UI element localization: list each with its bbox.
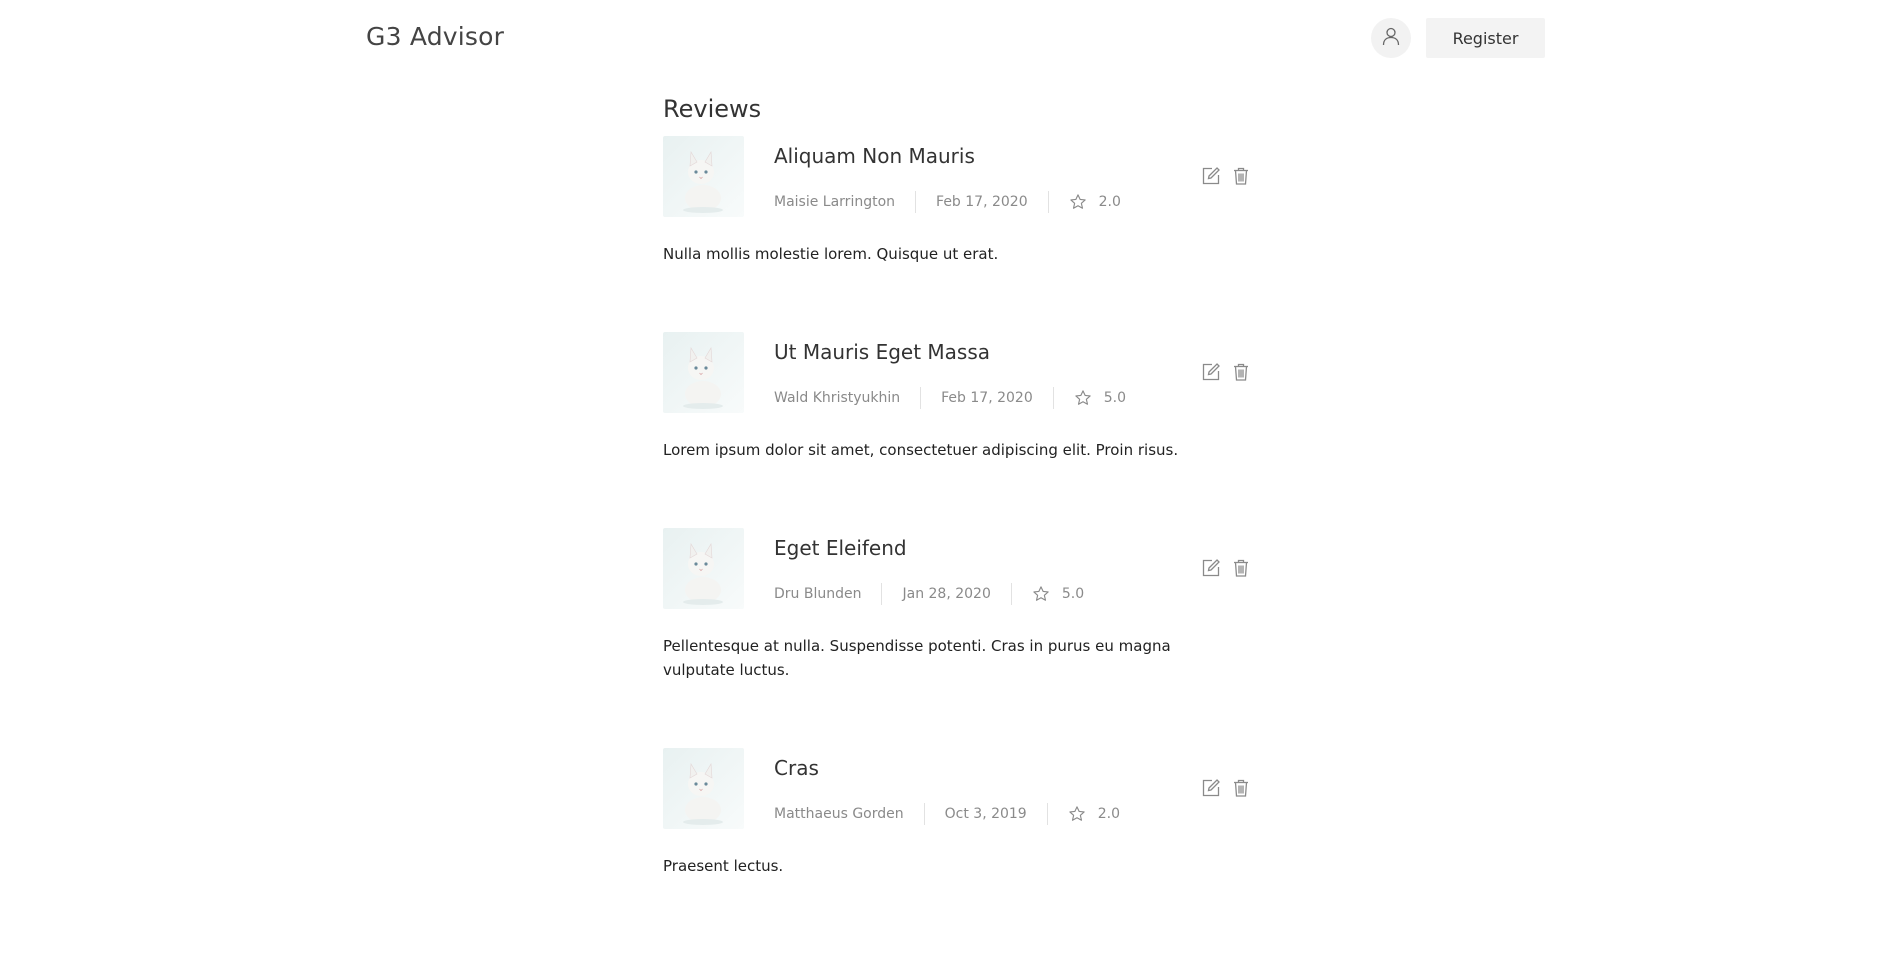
review-author: Wald Khristyukhin — [774, 390, 901, 406]
star-icon — [1074, 389, 1092, 407]
trash-icon[interactable] — [1231, 558, 1251, 578]
meta-divider — [923, 803, 925, 825]
review-item: Eget Eleifend Dru Blunden Jan 28, 2020 5… — [663, 528, 1263, 748]
meta-divider — [915, 191, 917, 213]
star-icon — [1068, 805, 1086, 823]
review-thumbnail — [663, 748, 744, 829]
user-icon — [1381, 26, 1401, 50]
review-body: Nulla mollis molestie lorem. Quisque ut … — [663, 245, 999, 263]
top-header: G3 Advisor Register — [0, 0, 1894, 80]
trash-icon[interactable] — [1231, 362, 1251, 382]
review-rating: 2.0 — [1098, 194, 1121, 210]
review-actions — [1201, 778, 1251, 798]
meta-divider — [1010, 583, 1012, 605]
review-rating: 2.0 — [1097, 806, 1120, 822]
review-body: Praesent lectus. — [663, 857, 784, 875]
review-meta: Wald Khristyukhin Feb 17, 2020 5.0 — [774, 387, 1126, 409]
review-item: Ut Mauris Eget Massa Wald Khristyukhin F… — [663, 332, 1263, 528]
star-icon — [1069, 193, 1087, 211]
review-date: Feb 17, 2020 — [941, 390, 1033, 406]
review-actions — [1201, 166, 1251, 186]
review-meta: Maisie Larrington Feb 17, 2020 2.0 — [774, 191, 1121, 213]
review-title: Ut Mauris Eget Massa — [774, 340, 991, 364]
meta-divider — [1046, 803, 1048, 825]
review-item: Cras Matthaeus Gorden Oct 3, 2019 2.0 Pr… — [663, 748, 1263, 944]
brand-logo[interactable]: G3 Advisor — [366, 22, 504, 51]
review-thumbnail — [663, 136, 744, 217]
review-date: Jan 28, 2020 — [902, 586, 991, 602]
trash-icon[interactable] — [1231, 778, 1251, 798]
review-body: Lorem ipsum dolor sit amet, consectetuer… — [663, 441, 1179, 459]
meta-divider — [1047, 191, 1049, 213]
review-author: Matthaeus Gorden — [774, 806, 904, 822]
star-icon — [1032, 585, 1050, 603]
edit-icon[interactable] — [1201, 166, 1221, 186]
page-title: Reviews — [663, 95, 762, 123]
meta-divider — [920, 387, 922, 409]
review-item: Aliquam Non Mauris Maisie Larrington Feb… — [663, 136, 1263, 332]
edit-icon[interactable] — [1201, 778, 1221, 798]
review-date: Oct 3, 2019 — [944, 806, 1027, 822]
review-title: Eget Eleifend — [774, 536, 907, 560]
edit-icon[interactable] — [1201, 362, 1221, 382]
review-author: Maisie Larrington — [774, 194, 896, 210]
review-actions — [1201, 558, 1251, 578]
trash-icon[interactable] — [1231, 166, 1251, 186]
review-actions — [1201, 362, 1251, 382]
reviews-main: Reviews Aliquam Non Mauris Maisie Larrin… — [663, 92, 1263, 944]
review-title: Cras — [774, 756, 819, 780]
meta-divider — [881, 583, 883, 605]
review-meta: Matthaeus Gorden Oct 3, 2019 2.0 — [774, 803, 1120, 825]
review-date: Feb 17, 2020 — [936, 194, 1028, 210]
register-button[interactable]: Register — [1426, 18, 1545, 58]
review-title: Aliquam Non Mauris — [774, 144, 975, 168]
review-rating: 5.0 — [1103, 390, 1126, 406]
review-rating: 5.0 — [1061, 586, 1085, 602]
review-meta: Dru Blunden Jan 28, 2020 5.0 — [774, 583, 1084, 605]
review-thumbnail — [663, 332, 744, 413]
edit-icon[interactable] — [1201, 558, 1221, 578]
review-author: Dru Blunden — [774, 586, 862, 602]
review-body: Pellentesque at nulla. Suspendisse poten… — [663, 637, 1171, 679]
meta-divider — [1052, 387, 1054, 409]
user-account-button[interactable] — [1371, 18, 1411, 58]
review-thumbnail — [663, 528, 744, 609]
